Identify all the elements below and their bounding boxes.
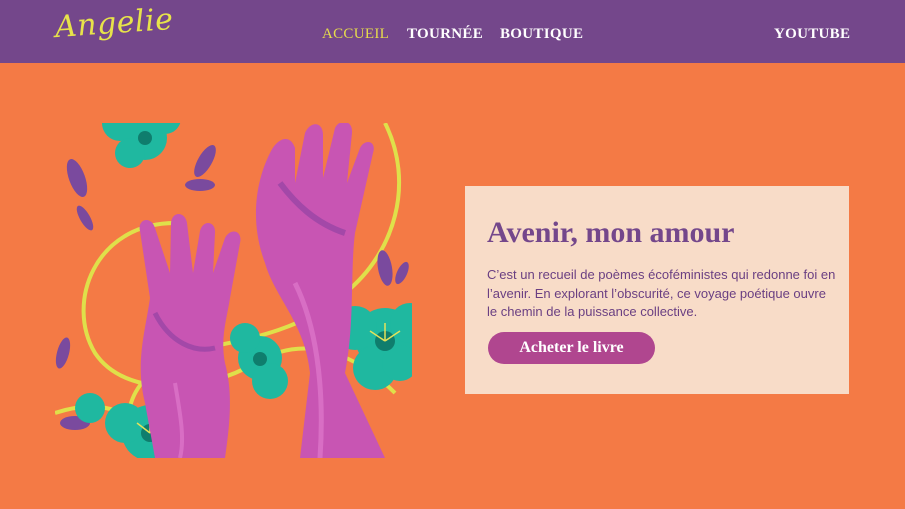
nav-link-accueil[interactable]: ACCUEIL	[322, 26, 389, 43]
nav-link-tournee[interactable]: TOURNÉE	[407, 26, 483, 43]
book-title: Avenir, mon amour	[487, 216, 735, 249]
nav-link-boutique[interactable]: BOUTIQUE	[500, 26, 583, 43]
book-description: C’est un recueil de poèmes écoféministes…	[487, 267, 836, 319]
nav-link-youtube[interactable]: YOUTUBE	[774, 26, 850, 43]
buy-book-button[interactable]: Acheter le livre	[488, 332, 655, 364]
site-logo[interactable]: Angelie	[54, 2, 175, 45]
book-promo-card: Avenir, mon amour C’est un recueil de po…	[465, 186, 849, 394]
hands-flowers-illustration	[55, 123, 412, 458]
top-navbar: Angelie ACCUEIL TOURNÉE BOUTIQUE YOUTUBE	[0, 0, 905, 63]
